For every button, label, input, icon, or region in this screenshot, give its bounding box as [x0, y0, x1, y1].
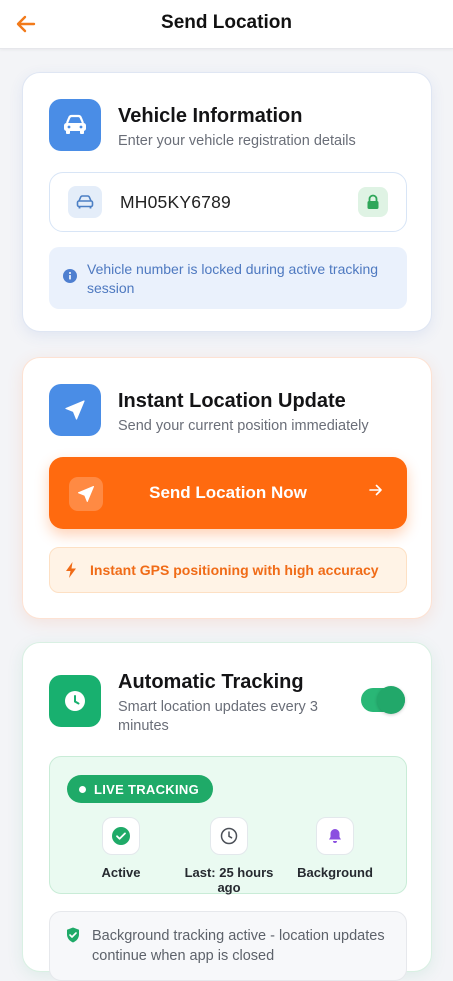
live-dot — [79, 785, 86, 793]
tracking-card-title: Automatic Tracking — [118, 671, 304, 693]
tracking-card-icon — [49, 675, 101, 727]
clock-icon — [65, 691, 85, 711]
car-outline-icon — [76, 195, 94, 209]
automatic-tracking-toggle[interactable] — [361, 686, 405, 714]
vehicle-number-value: MH05KY6789 — [120, 192, 231, 212]
automatic-tracking-card: Automatic Tracking Smart location update… — [22, 642, 432, 981]
stat-last-update: Last: 25 hours ago — [174, 817, 284, 895]
arrow-right-icon — [369, 484, 382, 496]
tracking-card-subtitle: Smart location updates every 3 minutes — [118, 699, 318, 734]
background-tracking-note: Background tracking active - location up… — [49, 911, 407, 981]
stat-background: Background — [280, 817, 390, 880]
send-location-now-button[interactable]: Send Location Now — [49, 457, 407, 529]
vehicle-card-title: Vehicle Information — [118, 105, 303, 127]
stat-active: Active — [66, 817, 176, 880]
shield-icon — [67, 927, 79, 943]
stat-last-icon-box — [210, 817, 248, 855]
clock-outline-icon — [220, 827, 238, 845]
vehicle-locked-note: Vehicle number is locked during active t… — [49, 247, 407, 309]
instant-location-card: Instant Location Update Send your curren… — [22, 357, 432, 619]
car-icon — [64, 114, 86, 134]
bell-icon — [329, 829, 341, 843]
stat-background-icon-box — [316, 817, 354, 855]
stat-last-label: Last: 25 hours ago — [184, 865, 274, 895]
lock-icon — [367, 194, 379, 209]
info-icon — [63, 269, 77, 283]
live-tracking-text: LIVE TRACKING — [94, 781, 200, 797]
background-tracking-text: Background tracking active - location up… — [92, 928, 385, 964]
vehicle-number-field[interactable]: MH05KY6789 — [49, 172, 407, 232]
stat-active-label: Active — [101, 865, 141, 880]
stat-background-label: Background — [297, 865, 373, 880]
toggle-knob — [377, 686, 405, 714]
bolt-icon — [66, 562, 76, 578]
instant-card-title: Instant Location Update — [118, 390, 346, 412]
vehicle-card-subtitle: Enter your vehicle registration details — [118, 133, 356, 149]
vehicle-card-icon — [49, 99, 101, 151]
instant-card-icon — [49, 384, 101, 436]
navigation-icon — [65, 400, 85, 420]
vehicle-field-icon — [68, 186, 102, 218]
locked-indicator — [358, 187, 388, 217]
instant-card-subtitle: Send your current position immediately — [118, 418, 369, 434]
page-title: Send Location — [161, 12, 292, 33]
vehicle-information-card: Vehicle Information Enter your vehicle r… — [22, 72, 432, 332]
live-tracking-panel: LIVE TRACKING Active Last: 25 hours ago — [49, 756, 407, 895]
check-circle-icon — [112, 827, 130, 845]
gps-accuracy-text: Instant GPS positioning with high accura… — [90, 562, 379, 578]
send-location-label: Send Location Now — [149, 483, 307, 502]
top-app-bar: Send Location — [0, 0, 453, 49]
stat-active-icon-box — [102, 817, 140, 855]
gps-accuracy-note: Instant GPS positioning with high accura… — [49, 547, 407, 593]
vehicle-locked-text: Vehicle number is locked during active t… — [87, 261, 379, 296]
live-tracking-badge: LIVE TRACKING — [67, 775, 214, 803]
